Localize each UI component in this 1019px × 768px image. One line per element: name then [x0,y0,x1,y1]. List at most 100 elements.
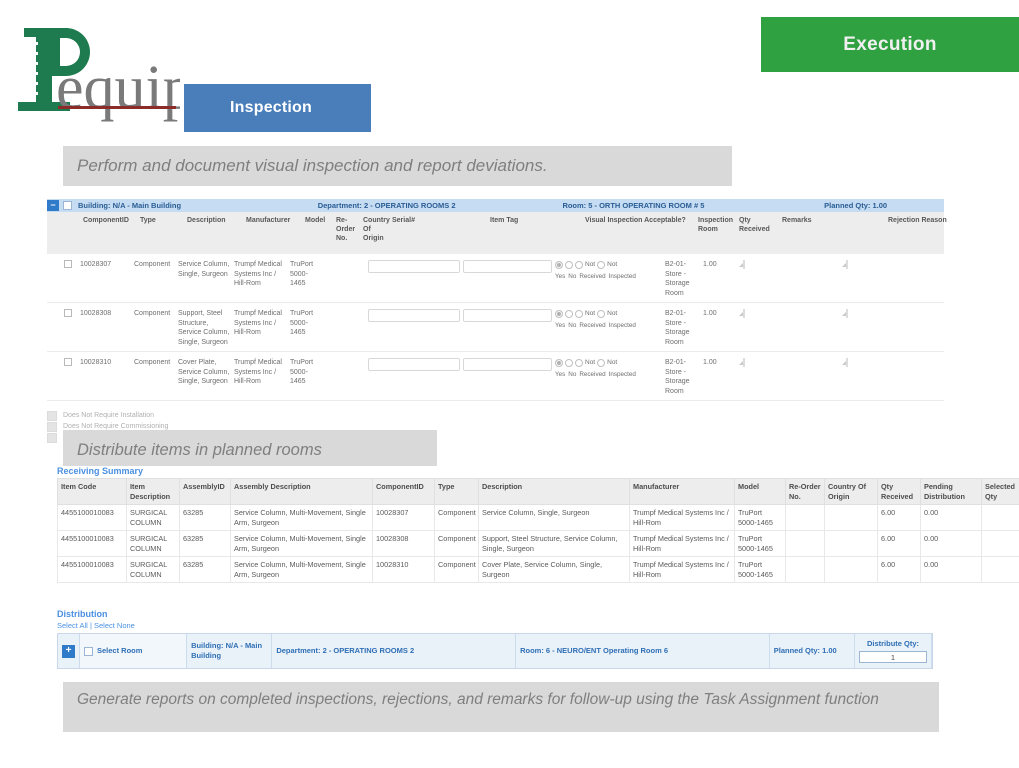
select-room-checkbox[interactable] [84,646,93,656]
radio-not-received-sublabel: Received [579,321,606,329]
remarks-textarea[interactable] [743,309,745,318]
select-all-link[interactable]: Select All [57,621,88,630]
distribute-qty-input[interactable] [859,651,927,663]
distribution-building: Building: N/A - Main Building [187,634,273,668]
item-tag-input[interactable] [463,260,552,273]
rejection-reason-textarea[interactable] [846,260,848,269]
select-room-cell[interactable]: Select Room [80,634,188,668]
remarks-textarea[interactable] [743,358,745,367]
inspection-row[interactable]: 10028308 Component Support, Steel Structur… [47,303,944,352]
radio-not-inspected[interactable] [597,359,606,367]
cell-item-tag[interactable] [460,309,552,347]
row-select-cell[interactable] [47,260,77,298]
cell-remarks[interactable] [740,260,843,298]
expand-plus-icon[interactable]: + [62,644,75,658]
tab-inspection[interactable]: Inspection [184,84,371,132]
caption-reports: Generate reports on completed inspection… [63,682,939,732]
item-tag-input[interactable] [463,309,552,322]
radio-no-label: No [568,370,577,378]
inspection-group-header[interactable]: − Building: N/A - Main Building Departme… [47,199,944,212]
distribution-title: Distribution [57,609,108,619]
remarks-textarea[interactable] [743,260,745,269]
radio-no[interactable] [565,359,573,367]
rs-col-description: Description [478,478,630,505]
radio-yes[interactable] [555,359,563,367]
rs-cell-reorder-no [785,556,825,583]
group-select-checkbox[interactable] [63,201,72,210]
row-select-checkbox[interactable] [64,358,72,366]
cell-visual-inspection[interactable]: Not Not Yes No Received Inspected [552,260,662,298]
table-header-row: Item Code Item Description AssemblyID Assem… [57,478,1019,505]
radio-yes[interactable] [555,310,563,318]
cell-visual-inspection[interactable]: Not Not Yes No Received Inspected [552,309,662,347]
select-none-link[interactable]: Select None [94,621,135,630]
cell-qty-received: 1.00 [703,261,717,268]
cell-remarks[interactable] [740,358,843,396]
item-tag-input[interactable] [463,358,552,371]
radio-not-received[interactable] [575,261,583,269]
rejection-reason-textarea[interactable] [846,309,848,318]
inspection-column-headers: ComponentID Type Description Manufacture… [47,212,947,254]
rs-cell-selected-qty [981,556,1019,583]
radio-not-received[interactable] [575,310,583,318]
not-required-option[interactable]: Does Not Require Installation [47,410,944,421]
cell-rejection-reason[interactable] [843,309,948,347]
rs-cell-manufacturer: Trumpf Medical Systems Inc / Hill-Rom [629,504,735,531]
cell-rejection-reason[interactable] [843,358,948,396]
distribution-room-row[interactable]: + Select Room Building: N/A - Main Build… [57,633,933,669]
radio-not-received-label: Not [585,261,596,268]
rs-col-assembly-description: Assembly Description [230,478,373,505]
serial-input[interactable] [368,309,460,322]
not-required-checkbox[interactable] [47,421,57,432]
radio-not-inspected-label: Not [607,310,618,317]
rs-cell-selected-qty [981,504,1019,531]
cell-qty-received: 1.00 [703,359,717,366]
tab-execution[interactable]: Execution [761,17,1019,72]
row-select-cell[interactable] [47,358,77,396]
radio-not-inspected[interactable] [597,310,606,318]
not-required-checkbox[interactable] [47,410,57,421]
radio-yes[interactable] [555,261,563,269]
distribution-section: Distribution Select All | Select None + … [57,609,933,669]
radio-not-received[interactable] [575,359,583,367]
cell-rejection-reason[interactable] [843,260,948,298]
inspection-grid[interactable]: − Building: N/A - Main Building Departme… [47,199,947,443]
cell-remarks[interactable] [740,309,843,347]
rs-cell-item-code: 4455100010083 [57,530,127,557]
radio-not-inspected[interactable] [597,261,606,269]
cell-item-tag[interactable] [460,358,552,396]
cell-item-tag[interactable] [460,260,552,298]
table-row[interactable]: 4455100010083 SURGICAL COLUMN 63285 Service… [57,530,1019,557]
row-select-checkbox[interactable] [64,260,72,268]
table-row[interactable]: 4455100010083 SURGICAL COLUMN 63285 Service… [57,556,1019,583]
cell-serial[interactable] [365,358,460,396]
cell-description: Support, Steel Structure, Service Column… [178,310,230,346]
table-row[interactable]: 4455100010083 SURGICAL COLUMN 63285 Service… [57,504,1019,531]
radio-not-received-sublabel: Received [579,370,606,378]
not-required-checkbox[interactable] [47,432,57,443]
cell-visual-inspection[interactable]: Not Not Yes No Received Inspected [552,358,662,396]
cell-type: Component [134,261,171,268]
row-select-checkbox[interactable] [64,309,72,317]
cell-inspection-room: B2-01-Store - Storage Room [665,310,690,346]
cell-serial[interactable] [365,260,460,298]
distribute-qty-cell[interactable]: Distribute Qty: [855,634,932,668]
serial-input[interactable] [368,358,460,371]
radio-no[interactable] [565,261,573,269]
rs-col-assembly-id: AssemblyID [179,478,231,505]
col-model: Model [305,217,326,224]
collapse-minus-icon[interactable]: − [47,200,59,211]
rs-cell-item-code: 4455100010083 [57,504,127,531]
expand-plus-cell[interactable]: + [58,634,80,668]
inspection-row[interactable]: 10028310 Component Cover Plate, Service Co… [47,352,944,401]
distribution-department: Department: 2 - OPERATING ROOMS 2 [272,634,517,668]
distribution-select-links[interactable]: Select All | Select None [57,621,933,630]
cell-serial[interactable] [365,309,460,347]
group-department: Department: 2 - OPERATING ROOMS 2 [317,201,456,210]
serial-input[interactable] [368,260,460,273]
row-select-cell[interactable] [47,309,77,347]
radio-no[interactable] [565,310,573,318]
rejection-reason-textarea[interactable] [846,358,848,367]
inspection-row[interactable]: 10028307 Component Service Column, Single,… [47,254,944,303]
cell-component-id: 10028307 [80,261,112,268]
